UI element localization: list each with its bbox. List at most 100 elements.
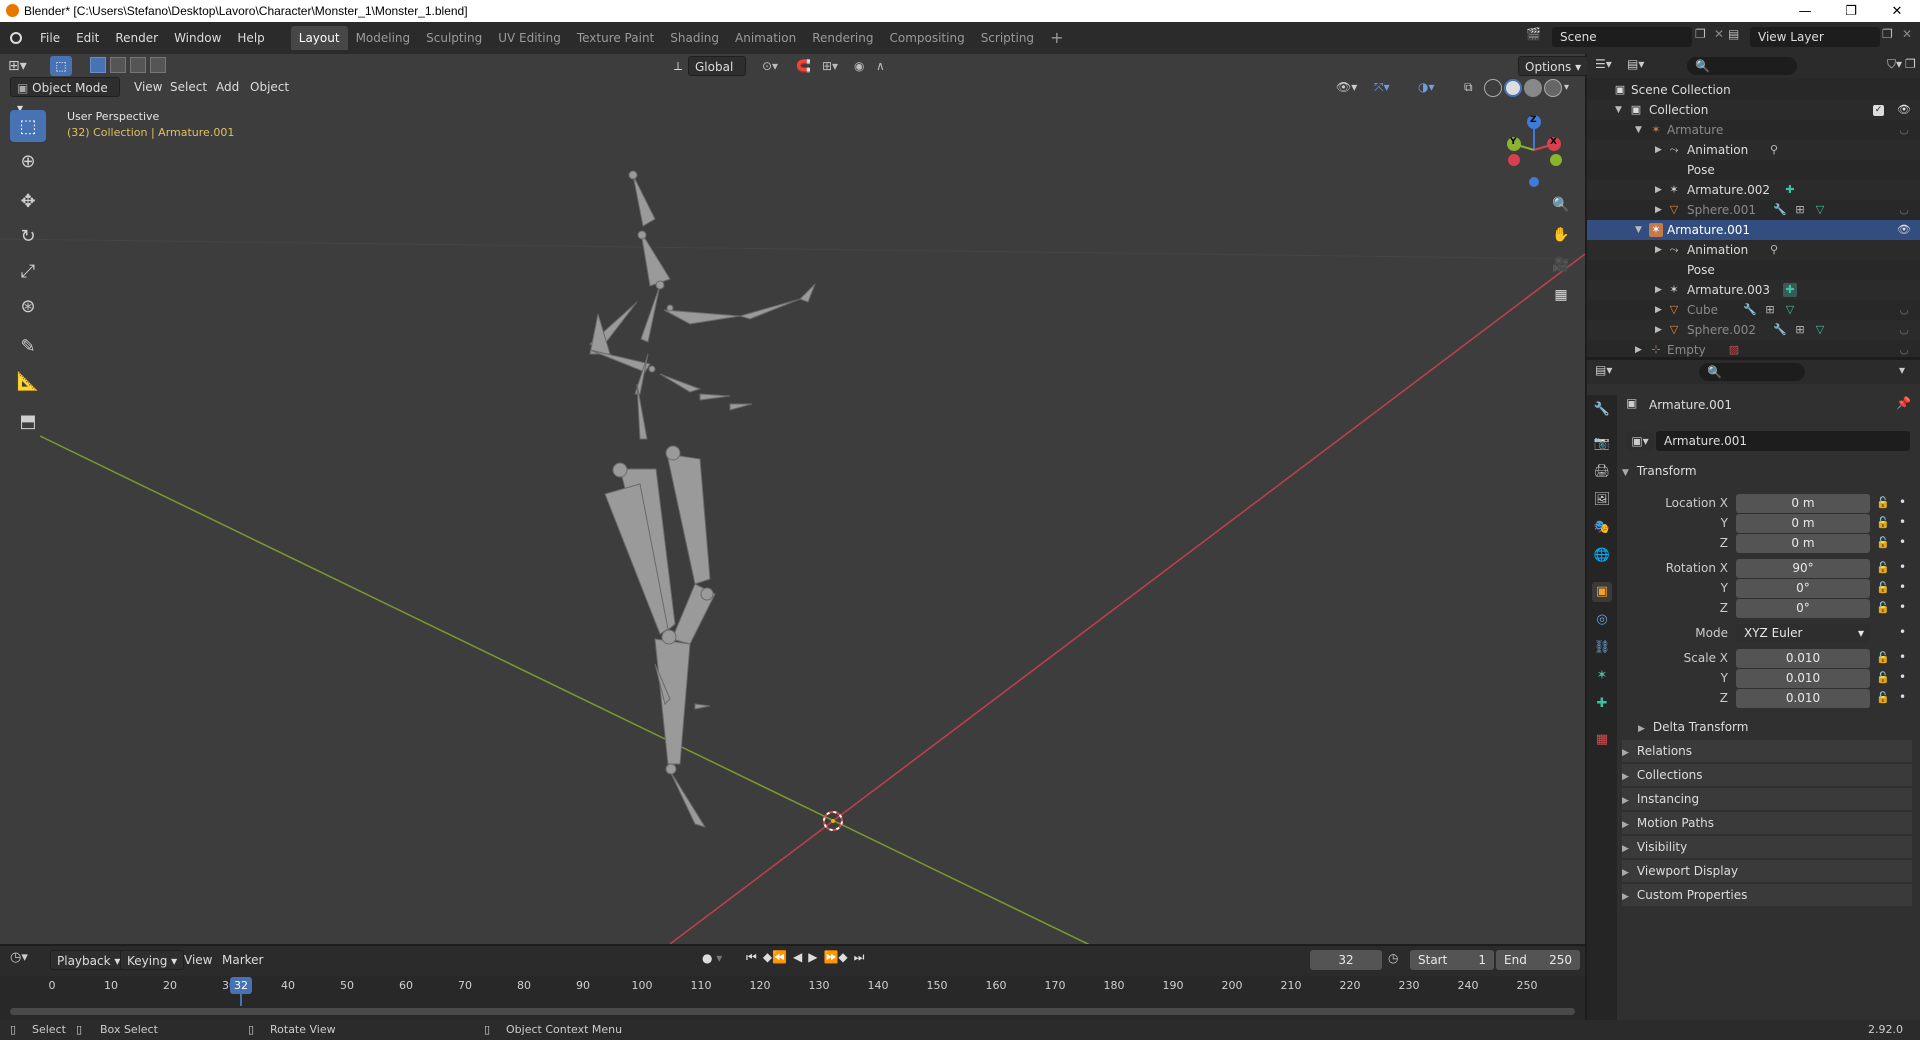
mode-select[interactable]: ▣ Object Mode ▾ — [10, 77, 120, 115]
tab-compositing[interactable]: Compositing — [881, 26, 972, 50]
jump-end-icon[interactable]: ⏭ — [854, 950, 865, 965]
object-browse-icon[interactable]: ▣▾ — [1626, 431, 1654, 451]
tab-shading[interactable]: Shading — [662, 26, 727, 50]
tab-uv-editing[interactable]: UV Editing — [490, 26, 569, 50]
outliner-row-animation-2[interactable]: ▶ ⤳ Animation ⚲ — [1587, 240, 1920, 260]
outliner-editor-type-icon[interactable]: ☰▾ — [1595, 57, 1612, 71]
add-cube-tool-icon[interactable]: ⬒ — [10, 405, 46, 437]
lock-scale-x-icon[interactable]: 🔓 — [1876, 651, 1890, 664]
new-scene-icon[interactable]: ❐ — [1695, 27, 1706, 41]
scene-browse-icon[interactable]: 🎬 — [1526, 27, 1546, 47]
pan-hand-icon[interactable]: ✋ — [1548, 222, 1574, 248]
play-icon[interactable]: ▶ — [808, 950, 817, 965]
lock-location-y-icon[interactable]: 🔓 — [1876, 516, 1890, 529]
rotation-x-field[interactable]: 90° — [1736, 559, 1870, 578]
location-y-field[interactable]: 0 m — [1736, 514, 1870, 533]
playhead-frame-badge[interactable]: 32 — [230, 977, 252, 994]
eye-closed-icon[interactable]: ◡ — [1897, 343, 1911, 357]
material-shading-icon[interactable] — [1524, 79, 1542, 97]
transform-panel-header[interactable]: ▼ Transform — [1622, 460, 1912, 482]
snap-icon[interactable]: 🧲 — [790, 56, 817, 76]
overlay-toggle-icon[interactable]: ◑▾ — [1412, 77, 1441, 97]
maximize-button[interactable]: ❐ — [1828, 0, 1874, 22]
properties-options-icon[interactable]: ▾ — [1899, 363, 1905, 377]
transform-orientation-icon[interactable]: ⟂ — [668, 56, 688, 76]
expand-arrow-icon[interactable]: ▼ — [1635, 220, 1642, 240]
expand-arrow-icon[interactable]: ▶ — [1635, 340, 1642, 357]
keyframe-dot-icon[interactable]: • — [1899, 650, 1906, 664]
prev-keyframe-icon[interactable]: ◆⏪ — [763, 950, 787, 965]
keyframe-dot-icon[interactable]: • — [1899, 600, 1906, 614]
eye-closed-icon[interactable]: ◡ — [1897, 203, 1911, 217]
keyframe-dot-icon[interactable]: • — [1899, 670, 1906, 684]
keyframe-dot-icon[interactable]: • — [1899, 495, 1906, 509]
scale-y-field[interactable]: 0.010 — [1736, 669, 1870, 688]
outliner-row-empty[interactable]: ▶ ⊹ Empty ▨ ◡ — [1587, 340, 1920, 357]
blender-menu-icon[interactable] — [0, 27, 32, 49]
rotation-z-field[interactable]: 0° — [1736, 599, 1870, 618]
timeline-scrollbar[interactable] — [10, 1008, 1575, 1015]
visibility-panel-header[interactable]: ▶ Visibility — [1622, 836, 1912, 858]
camera-view-icon[interactable]: 🎥 — [1548, 252, 1574, 278]
keyframe-dot-icon[interactable]: • — [1899, 580, 1906, 594]
outliner-row-collection[interactable]: ▼ ▣ Collection ✓ 👁 — [1587, 100, 1920, 120]
select-set-icon[interactable] — [90, 57, 106, 73]
timeline-menu-keying[interactable]: Keying ▾ — [120, 950, 185, 970]
transform-tool-icon[interactable]: ⊛ — [10, 290, 46, 322]
tab-sculpting[interactable]: Sculpting — [418, 26, 490, 50]
pivot-point-icon[interactable]: ⊙▾ — [756, 56, 784, 76]
preview-range-icon[interactable]: ◷ — [1388, 951, 1398, 965]
gizmo-toggle-icon[interactable]: ⤧▾ — [1368, 77, 1396, 97]
custom-properties-panel-header[interactable]: ▶ Custom Properties — [1622, 884, 1912, 906]
select-extend-icon[interactable] — [110, 57, 126, 73]
properties-editor-type-icon[interactable]: ▤▾ — [1595, 363, 1612, 377]
outliner-row-pose-2[interactable]: Pose — [1587, 260, 1920, 280]
outliner-row-scene-collection[interactable]: ▣ Scene Collection — [1587, 80, 1920, 100]
keyframe-dot-icon[interactable]: • — [1899, 625, 1906, 639]
move-tool-icon[interactable]: ✥ — [10, 185, 46, 217]
outliner-row-armature[interactable]: ▼ ✶ Armature ◡ — [1587, 120, 1920, 140]
proportional-falloff-icon[interactable]: ∧ — [870, 56, 891, 76]
annotate-tool-icon[interactable]: ✎ — [10, 330, 46, 362]
expand-arrow-icon[interactable]: ▶ — [1655, 320, 1662, 340]
snap-target-icon[interactable]: ⊞▾ — [816, 56, 844, 76]
lock-rotation-z-icon[interactable]: 🔓 — [1876, 601, 1890, 614]
tab-layout[interactable]: Layout — [290, 26, 348, 50]
keyframe-dot-icon[interactable]: • — [1899, 690, 1906, 704]
pin-icon[interactable]: 📌 — [1896, 396, 1911, 410]
properties-search-input[interactable]: 🔍 — [1699, 363, 1805, 381]
transform-orientation-select[interactable]: Global — [688, 56, 746, 76]
current-frame-field[interactable]: 32 — [1310, 950, 1382, 970]
navigation-gizmo[interactable]: Z X Y — [1490, 108, 1570, 188]
timeline-menu-view[interactable]: View — [178, 950, 218, 970]
jump-start-icon[interactable]: ⏮ — [746, 950, 757, 965]
tab-animation[interactable]: Animation — [727, 26, 804, 50]
start-frame-field[interactable]: Start 1 — [1410, 950, 1494, 970]
tool-tab-icon[interactable]: 🔧 — [1592, 400, 1612, 420]
keyframe-dot-icon[interactable]: • — [1899, 535, 1906, 549]
eye-closed-icon[interactable]: ◡ — [1897, 323, 1911, 337]
new-view-layer-icon[interactable]: ❐ — [1882, 27, 1893, 41]
render-tab-icon[interactable]: 📷 — [1592, 434, 1612, 454]
eye-icon[interactable]: 👁 — [1897, 223, 1911, 237]
remove-scene-icon[interactable]: ✕ — [1714, 27, 1724, 41]
outliner-row-sphere-001[interactable]: ▶ ▽ Sphere.001 🔧 ⊞ ▽ ◡ — [1587, 200, 1920, 220]
menu-help[interactable]: Help — [229, 27, 272, 49]
outliner-row-armature-002[interactable]: ▶ ✶ Armature.002 ✚ — [1587, 180, 1920, 200]
editor-type-icon[interactable]: ⊞▾ — [8, 54, 38, 78]
cursor-tool-icon[interactable]: ⊕ — [10, 145, 46, 177]
scale-tool-icon[interactable]: ⤢ — [10, 255, 46, 287]
expand-arrow-icon[interactable]: ▶ — [1655, 240, 1662, 260]
rotation-y-field[interactable]: 0° — [1736, 579, 1870, 598]
options-button[interactable]: Options ▾ — [1518, 56, 1589, 76]
end-frame-field[interactable]: End 250 — [1496, 950, 1580, 970]
select-invert-icon[interactable] — [150, 57, 166, 73]
remove-view-layer-icon[interactable]: ✕ — [1902, 27, 1912, 41]
play-reverse-icon[interactable]: ◀ — [793, 950, 802, 965]
outliner-row-armature-003[interactable]: ▶ ✶ Armature.003 ✚ — [1587, 280, 1920, 300]
rendered-shading-icon[interactable] — [1544, 79, 1562, 97]
menu-edit[interactable]: Edit — [68, 27, 107, 49]
instancing-panel-header[interactable]: ▶ Instancing — [1622, 788, 1912, 810]
eye-closed-icon[interactable]: ◡ — [1897, 123, 1911, 137]
display-mode-icon[interactable]: ▤▾ — [1627, 57, 1644, 71]
